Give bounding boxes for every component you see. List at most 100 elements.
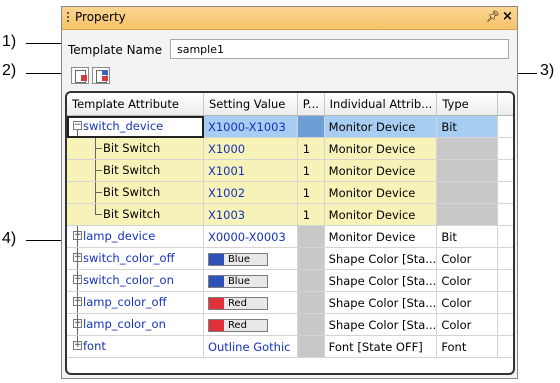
individual-attribute-cell: Shape Color [Sta... [324,291,438,314]
p-cell[interactable] [297,225,325,248]
type-cell [436,137,498,160]
template-name-label: Template Name [68,43,162,57]
type-cell: Color [436,313,498,336]
attribute-name-cell[interactable]: Bit Switch [67,181,204,204]
color-name: Red [227,297,247,309]
p-cell[interactable] [297,115,325,138]
p-cell[interactable] [297,291,325,314]
table-row[interactable]: Bit Switch X1000 1 Monitor Device [67,137,513,160]
type-cell: Color [436,291,498,314]
table-row[interactable]: +lamp_deviceX0000-X0003 Monitor DeviceBit [67,225,513,248]
color-selector[interactable]: Red [207,296,268,310]
color-swatch [208,297,224,309]
sort-by-category-button[interactable] [92,67,110,84]
attribute-name: lamp_color_off [83,295,167,309]
attribute-name-cell[interactable]: Bit Switch [67,137,204,160]
tree-line [95,170,102,171]
attribute-name-cell[interactable]: − switch_device [67,115,204,138]
callout-2: 2) [2,62,17,79]
expand-icon[interactable]: + [73,341,82,350]
p-cell[interactable] [297,247,325,270]
setting-value-cell[interactable]: X1000-X1003 [203,115,298,138]
filler-cell [497,203,513,226]
attribute-name-cell[interactable]: + font [67,335,204,358]
attribute-name-cell[interactable]: +switch_color_off [67,247,204,270]
sort-by-name-button[interactable] [71,67,89,84]
setting-value-cell[interactable]: Blue [203,247,298,270]
table-row[interactable]: +switch_color_off Blue Shape Color [Sta...… [67,247,513,270]
p-cell[interactable]: 1 [297,137,325,160]
color-selector[interactable]: Red [207,318,268,332]
collapse-icon[interactable]: − [73,121,82,130]
individual-attribute-cell: Monitor Device [324,115,438,138]
type-cell [436,181,498,204]
table-row[interactable]: +lamp_color_on Red Shape Color [Sta...Colo… [67,313,513,336]
type-cell [436,203,498,226]
attribute-name-cell[interactable]: +lamp_color_on [67,313,204,336]
attribute-name-cell[interactable]: Bit Switch [67,159,204,182]
tree-line [77,270,78,291]
attribute-name: Bit Switch [103,207,161,221]
col-header-type[interactable]: Type [436,93,498,116]
table-row[interactable]: +lamp_color_off Red Shape Color [Sta...Col… [67,291,513,314]
individual-attribute-cell: Monitor Device [324,181,438,204]
tree-line [77,292,78,313]
p-cell[interactable]: 1 [297,159,325,182]
setting-value-cell[interactable]: Red [203,291,298,314]
tree-line [77,314,78,335]
individual-attribute-cell: Monitor Device [324,159,438,182]
setting-value-cell[interactable]: X0000-X0003 [203,225,298,248]
setting-value-cell[interactable]: X1003 [203,203,298,226]
setting-value-cell[interactable]: Red [203,313,298,336]
attribute-name: Bit Switch [103,163,161,177]
color-name: Blue [227,253,251,265]
p-cell[interactable]: 1 [297,203,325,226]
col-header-individual-attribute[interactable]: Individual Attrib... [324,93,438,116]
p-cell[interactable] [297,335,325,358]
p-cell[interactable]: 1 [297,181,325,204]
attribute-name-cell[interactable]: Bit Switch [67,203,204,226]
filler-cell [497,181,513,204]
p-cell[interactable] [297,269,325,292]
type-cell: Bit [436,225,498,248]
table-row[interactable]: − switch_device X1000-X1003 Monitor Device B… [67,115,513,138]
attribute-name: lamp_device [83,229,156,243]
color-selector[interactable]: Blue [207,274,268,288]
individual-attribute-cell: Shape Color [Sta... [324,313,438,336]
grip-icon[interactable] [67,12,69,24]
tree-line [95,192,102,193]
col-header-setting-value[interactable]: Setting Value [203,93,298,116]
setting-value-cell[interactable]: Outline Gothic [203,335,298,358]
setting-value-cell[interactable]: Blue [203,269,298,292]
table-row[interactable]: + font Outline Gothic Font [State OFF] Font [67,335,513,358]
filler-cell [497,159,513,182]
table-row[interactable]: +switch_color_on Blue Shape Color [Sta...C… [67,269,513,292]
setting-value-cell[interactable]: X1002 [203,181,298,204]
attribute-name: lamp_color_on [83,317,166,331]
attribute-table: Template Attribute Setting Value P... In… [67,93,513,358]
filler-cell [497,115,513,138]
color-selector[interactable]: Blue [207,252,268,266]
filler-cell [497,269,513,292]
template-name-input[interactable] [170,39,509,59]
pin-icon[interactable]: 📌︎ [486,10,500,23]
attribute-name-cell[interactable]: +lamp_device [67,225,204,248]
p-cell[interactable] [297,313,325,336]
setting-value-cell[interactable]: X1000 [203,137,298,160]
panel-title-bar[interactable]: Property 📌︎ × [62,7,517,30]
table-row[interactable]: Bit Switch X1001 1 Monitor Device [67,159,513,182]
col-header-p[interactable]: P... [297,93,325,116]
attribute-name-cell[interactable]: +switch_color_on [67,269,204,292]
individual-attribute-cell: Monitor Device [324,225,438,248]
callout-3: 3) [540,62,555,79]
table-row[interactable]: Bit Switch X1002 1 Monitor Device [67,181,513,204]
col-header-template-attribute[interactable]: Template Attribute [67,93,204,116]
type-cell: Font [436,335,498,358]
callout-1: 1) [2,33,17,50]
type-cell: Color [436,247,498,270]
attribute-name-cell[interactable]: +lamp_color_off [67,291,204,314]
setting-value-cell[interactable]: X1001 [203,159,298,182]
table-row[interactable]: Bit Switch X1003 1 Monitor Device [67,203,513,226]
filler-cell [497,335,513,358]
close-icon[interactable]: × [502,9,513,24]
